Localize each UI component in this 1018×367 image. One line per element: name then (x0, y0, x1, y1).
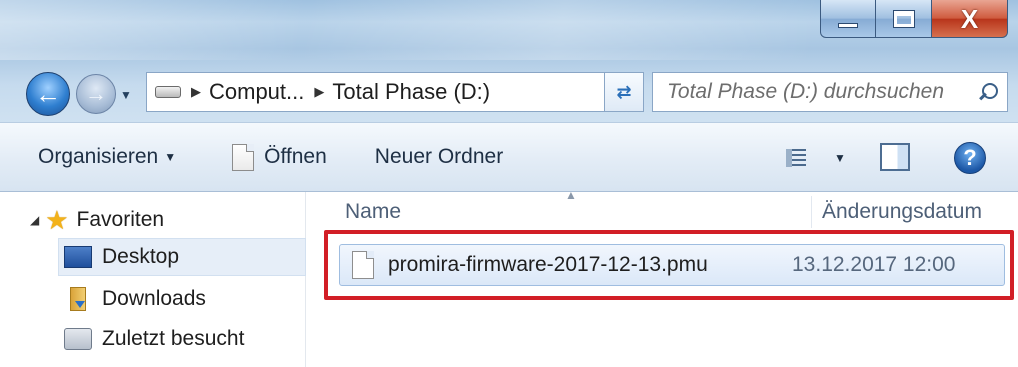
column-header-date[interactable]: Änderungsdatum (822, 192, 982, 232)
open-button[interactable]: Öffnen (232, 143, 327, 171)
breadcrumb-drive[interactable]: Total Phase (D:) (332, 79, 490, 105)
maximize-icon (892, 9, 915, 28)
sidebar-item-label: Desktop (102, 245, 180, 268)
highlight-box (324, 230, 1014, 300)
new-folder-button[interactable]: Neuer Ordner (375, 145, 503, 169)
column-header-name[interactable]: Name (345, 192, 401, 232)
sidebar-item-desktop[interactable]: Desktop (64, 239, 179, 275)
recent-places-icon (64, 328, 92, 350)
drive-icon (155, 86, 181, 98)
chevron-right-icon[interactable]: ▶ (191, 84, 201, 100)
address-bar[interactable]: ▶ Comput... ▶ Total Phase (D:) ▼ (146, 72, 644, 112)
organize-button[interactable]: Organisieren ▼ (38, 145, 176, 169)
forward-button[interactable]: → (76, 74, 116, 114)
column-divider[interactable] (811, 196, 812, 228)
column-header-label: Name (345, 200, 402, 223)
command-bar: Organisieren ▼ Öffnen Neuer Ordner ▼ ? (0, 122, 1018, 192)
help-icon[interactable]: ? (954, 142, 986, 174)
close-icon: X (960, 3, 979, 34)
recent-pages-dropdown[interactable]: ▼ (120, 88, 132, 102)
chevron-down-icon: ▼ (164, 150, 177, 164)
view-options-icon[interactable] (786, 149, 806, 167)
arrow-left-icon: ← (35, 78, 61, 109)
sidebar-item-label: Downloads (102, 287, 206, 310)
downloads-folder-icon (70, 287, 86, 311)
expand-triangle-icon[interactable]: ◢ (30, 213, 39, 227)
sidebar-item-recent[interactable]: Zuletzt besucht (64, 321, 244, 357)
back-button[interactable]: ← (26, 72, 70, 116)
navigation-pane: ◢ ★ Favoriten Desktop Downloads Zuletzt … (0, 192, 306, 367)
sidebar-item-label: Favoriten (76, 208, 165, 231)
organize-label: Organisieren (38, 145, 159, 168)
open-label: Öffnen (264, 145, 327, 168)
search-input[interactable]: Total Phase (D:) durchsuchen (652, 72, 1008, 112)
sidebar-item-favorites[interactable]: ◢ ★ Favoriten (30, 202, 164, 238)
window-frame: X ← → ▼ ▶ Comput... ▶ Total Phase (D:) ▼… (0, 0, 1018, 122)
column-header-label: Änderungsdatum (822, 200, 982, 223)
chevron-right-icon[interactable]: ▶ (314, 84, 324, 100)
chevron-down-icon[interactable]: ▼ (834, 151, 846, 165)
refresh-button[interactable]: ⇄ (604, 72, 644, 112)
preview-pane-icon[interactable] (880, 143, 910, 171)
sidebar-item-label: Zuletzt besucht (102, 327, 245, 350)
refresh-icon: ⇄ (616, 81, 632, 102)
search-placeholder: Total Phase (D:) durchsuchen (667, 80, 945, 103)
minimize-icon (838, 23, 858, 28)
maximize-button[interactable] (876, 0, 932, 38)
new-folder-label: Neuer Ordner (374, 145, 504, 168)
document-icon (232, 143, 255, 171)
star-icon: ★ (45, 204, 69, 235)
desktop-icon (64, 246, 92, 268)
minimize-button[interactable] (820, 0, 876, 38)
window-controls: X (820, 0, 1018, 40)
search-icon[interactable] (979, 83, 998, 101)
arrow-right-icon: → (85, 81, 107, 106)
sidebar-item-downloads[interactable]: Downloads (64, 281, 206, 317)
sort-ascending-icon: ▲ (565, 188, 577, 202)
close-button[interactable]: X (932, 0, 1008, 38)
breadcrumb-computer[interactable]: Comput... (209, 79, 304, 105)
